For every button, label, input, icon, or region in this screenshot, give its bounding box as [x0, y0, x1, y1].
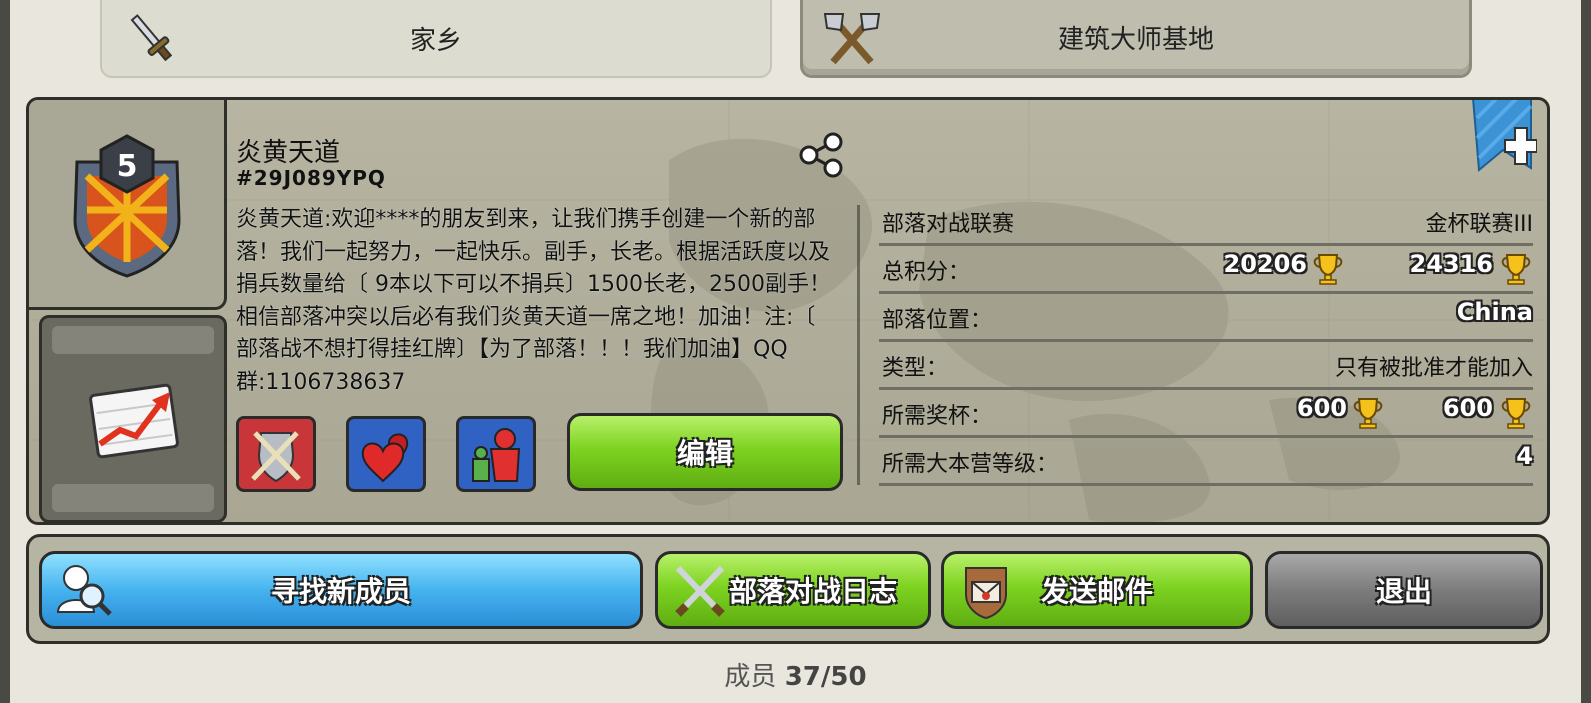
- clan-badge-box[interactable]: 5: [29, 100, 227, 310]
- clan-badge-icon: 5: [73, 134, 181, 278]
- total-points-value-1: 20206: [1223, 250, 1308, 278]
- clan-description: 炎黄天道:欢迎****的朋友到来，让我们携手创建一个新的部落！我们一起努力，一起…: [236, 207, 831, 395]
- info-row-war-league: 部落对战联赛 金杯联赛III: [879, 198, 1533, 246]
- bookmark-add-icon[interactable]: [1471, 98, 1537, 174]
- clan-tag: #29J089YPQ: [236, 166, 386, 190]
- war-log-button[interactable]: 部落对战日志: [655, 551, 931, 629]
- stats-strip-top: [52, 326, 214, 354]
- tab-builder-base[interactable]: 建筑大师基地: [800, 0, 1472, 78]
- members-count: 成员 37/50: [0, 656, 1591, 693]
- hearts-icon: [361, 433, 409, 483]
- required-townhall-label: 所需大本营等级：: [882, 452, 1059, 477]
- war-log-label: 部落对战日志: [728, 575, 897, 608]
- sword-icon: [130, 14, 173, 62]
- statistics-chart-icon: [89, 383, 179, 459]
- perk-war-icon[interactable]: [236, 416, 316, 492]
- location-label: 部落位置：: [882, 308, 993, 333]
- perk-donation-icon[interactable]: [346, 416, 426, 492]
- info-row-type: 类型： 只有被批准才能加入: [879, 342, 1533, 390]
- trophy-icon: [1313, 254, 1343, 285]
- tab-builder-label: 建筑大师基地: [1057, 25, 1214, 55]
- members-label: 成员: [724, 662, 777, 692]
- trophy-icon: [1501, 254, 1531, 285]
- info-row-required-trophies: 所需奖杯： 600 600: [879, 390, 1533, 438]
- trophy-icon: [1501, 398, 1531, 429]
- required-trophies-value-1: 600: [1296, 394, 1347, 422]
- info-row-total-points: 总积分： 20206 24316: [879, 246, 1533, 294]
- find-new-members-button[interactable]: 寻找新成员: [39, 551, 643, 629]
- clan-info-panel: 5 炎黄天道 #29J089YPQ 炎黄天道:欢迎****的朋友到来，让我们携手…: [26, 97, 1550, 525]
- type-value: 只有被批准才能加入: [1334, 356, 1533, 381]
- required-trophies-value-2: 600: [1442, 394, 1493, 422]
- total-points-value-2: 24316: [1409, 250, 1494, 278]
- mail-badge-icon: [965, 567, 1007, 620]
- perk-troop-request-icon[interactable]: [456, 416, 536, 492]
- edit-clan-button[interactable]: 编辑: [567, 413, 843, 491]
- clan-stats-box[interactable]: [39, 315, 227, 522]
- frame-edge-left: [0, 0, 10, 703]
- leave-clan-button[interactable]: 退出: [1265, 551, 1543, 629]
- clan-name: 炎黄天道: [236, 138, 341, 168]
- troop-request-icon: [472, 428, 521, 482]
- panel-divider: [857, 205, 860, 485]
- clan-level: 5: [117, 149, 138, 184]
- shield-swords-icon: [251, 431, 301, 483]
- search-members-icon: [56, 565, 112, 616]
- required-townhall-value: 4: [1516, 442, 1533, 470]
- find-new-members-label: 寻找新成员: [270, 575, 411, 608]
- members-count-value: 37/50: [784, 662, 867, 692]
- tab-home-village[interactable]: 家乡: [100, 0, 772, 78]
- location-value: China: [1456, 298, 1533, 326]
- info-row-required-townhall: 所需大本营等级： 4: [879, 438, 1533, 486]
- tab-home-label: 家乡: [409, 25, 462, 56]
- total-points-label: 总积分：: [882, 260, 971, 285]
- stats-strip-bottom: [52, 484, 214, 512]
- crossed-axes-icon: [823, 13, 881, 65]
- required-trophies-label: 所需奖杯：: [882, 404, 993, 429]
- war-league-value: 金杯联赛III: [1425, 212, 1533, 237]
- frame-edge-right: [1581, 0, 1591, 703]
- info-row-location: 部落位置： China: [879, 294, 1533, 342]
- send-mail-button[interactable]: 发送邮件: [941, 551, 1253, 629]
- type-label: 类型：: [882, 356, 949, 381]
- crossed-swords-icon: [675, 565, 725, 617]
- share-icon[interactable]: [797, 132, 845, 178]
- war-league-label: 部落对战联赛: [882, 212, 1015, 237]
- action-bar: 寻找新成员 部落对战日志 发送邮件 退出: [26, 534, 1550, 644]
- send-mail-label: 发送邮件: [1040, 575, 1153, 608]
- trophy-icon: [1353, 398, 1383, 429]
